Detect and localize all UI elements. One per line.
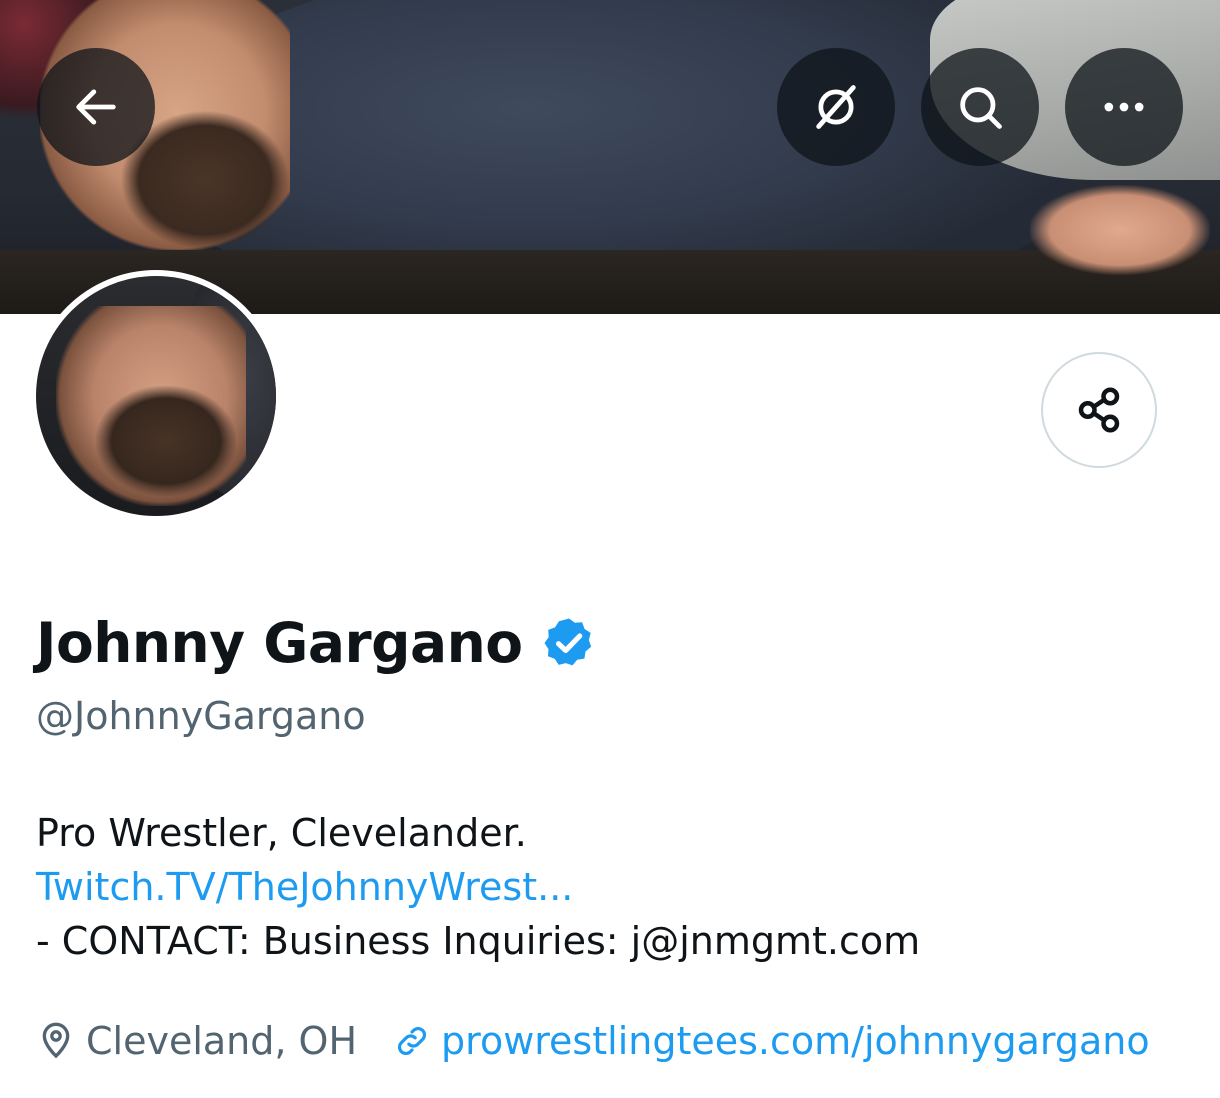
avatar-beard xyxy=(96,386,236,496)
profile-meta: Cleveland, OH prowrestlingtees.com/johnn… xyxy=(36,1014,1150,1068)
bio-text: Pro Wrestler, Clevelander. xyxy=(36,811,527,855)
profile-location: Cleveland, OH xyxy=(36,1019,357,1063)
search-icon xyxy=(960,87,1002,129)
profile-handle: @JohnnyGargano xyxy=(36,694,366,738)
more-dots-icon xyxy=(1104,102,1144,112)
profile-banner[interactable] xyxy=(0,0,1220,314)
grok-button[interactable] xyxy=(777,48,895,166)
profile-name: Johnny Gargano xyxy=(36,611,523,675)
back-button[interactable] xyxy=(37,48,155,166)
grok-icon xyxy=(816,85,856,129)
arrow-left-icon xyxy=(76,89,116,125)
avatar-image xyxy=(36,276,276,516)
search-button[interactable] xyxy=(921,48,1039,166)
profile-website-link[interactable]: prowrestlingtees.com/johnnygargano xyxy=(393,1019,1150,1063)
banner-hand xyxy=(1030,185,1210,275)
website-text[interactable]: prowrestlingtees.com/johnnygargano xyxy=(441,1019,1150,1063)
profile-bio: Pro Wrestler, Clevelander. Twitch.TV/The… xyxy=(36,806,1186,968)
share-icon xyxy=(1078,387,1120,433)
link-icon xyxy=(398,1027,427,1055)
location-text: Cleveland, OH xyxy=(86,1019,358,1063)
more-button[interactable] xyxy=(1065,48,1183,166)
bio-link[interactable]: Twitch.TV/TheJohnnyWrest... xyxy=(36,860,1186,914)
bio-contact: - CONTACT: Business Inquiries: j@jnmgmt.… xyxy=(36,919,921,963)
profile-avatar[interactable] xyxy=(30,270,282,522)
share-button[interactable] xyxy=(1041,352,1157,468)
profile-name-row: Johnny Gargano xyxy=(36,608,597,678)
verified-badge-icon[interactable] xyxy=(541,615,597,671)
location-pin-icon xyxy=(42,1022,70,1059)
